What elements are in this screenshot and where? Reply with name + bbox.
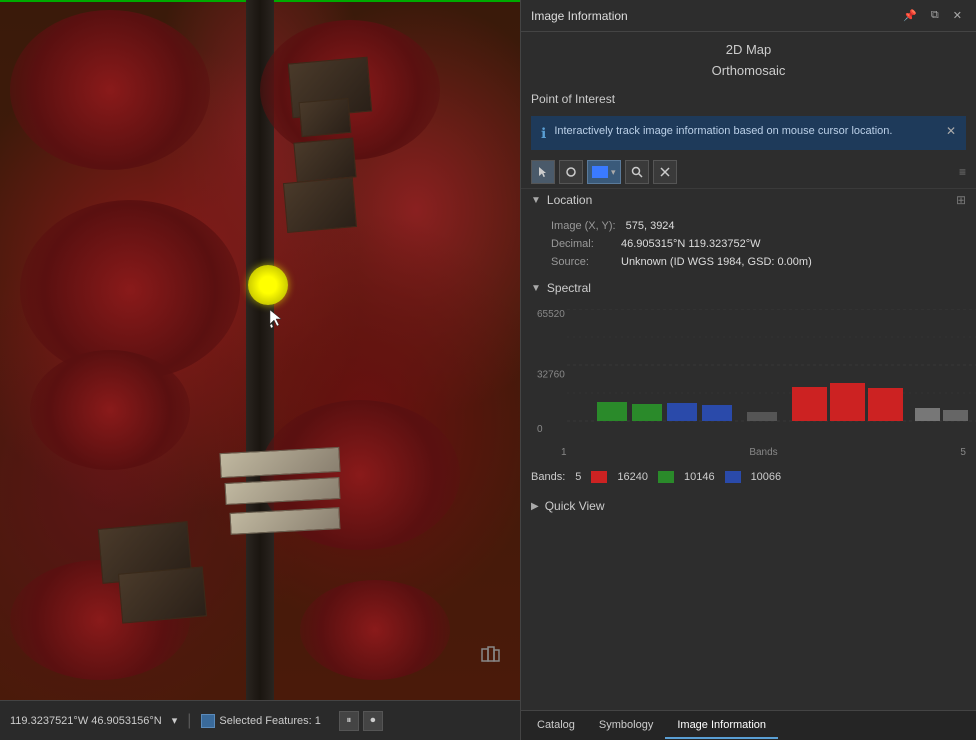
panel-content: 2D Map Orthomosaic Point of Interest ℹ I… <box>521 32 976 710</box>
image-xy-row: Image (X, Y): 575, 3924 <box>521 217 976 235</box>
spectral-section: 65520 32760 0 <box>521 299 976 495</box>
decimal-row: Decimal: 46.905315°N 119.323752°W <box>521 235 976 253</box>
source-value: Unknown (ID WGS 1984, GSD: 0.00m) <box>621 256 812 268</box>
selected-icon <box>201 714 215 728</box>
tab-catalog[interactable]: Catalog <box>525 713 587 739</box>
location-chevron-icon: ▼ <box>531 195 541 206</box>
toolbar: ▾ ≡ <box>521 156 976 189</box>
red-value: 16240 <box>617 471 648 483</box>
location-copy-icon[interactable]: ⊞ <box>956 193 966 207</box>
poi-label: Point of Interest <box>521 88 976 110</box>
decimal-value: 46.905315°N 119.323752°W <box>621 238 760 250</box>
record-button[interactable]: ⏺ <box>363 711 383 731</box>
red-swatch <box>591 471 607 483</box>
location-section-header[interactable]: ▼ Location ⊞ <box>521 189 976 211</box>
y-min-label: 0 <box>537 424 543 435</box>
green-swatch <box>658 471 674 483</box>
blue-swatch <box>725 471 741 483</box>
image-xy-value: 575, 3924 <box>626 220 675 232</box>
spectral-chart: 65520 32760 0 <box>531 305 966 465</box>
color-swatch <box>592 166 608 178</box>
spectral-label: Spectral <box>547 281 591 295</box>
bands-label: Bands: <box>531 471 565 483</box>
x-bands-label: Bands <box>749 447 777 458</box>
search-tool-button[interactable] <box>625 160 649 184</box>
image-xy-label: Image (X, Y): <box>551 220 616 232</box>
ortho-label: Orthomosaic <box>521 61 976 88</box>
banner-close-button[interactable]: ✕ <box>946 124 956 138</box>
panel-titlebar: Image Information 📌 ⧉ ✕ <box>521 0 976 32</box>
float-button[interactable]: ⧉ <box>927 7 943 24</box>
status-divider: | <box>187 712 191 730</box>
right-panel: Image Information 📌 ⧉ ✕ 2D Map Orthomosa… <box>520 0 976 740</box>
toolbar-end-icon: ≡ <box>959 165 966 179</box>
map-type-label: 2D Map <box>521 32 976 61</box>
map-marker <box>248 265 288 305</box>
x-min-label: 1 <box>561 447 567 458</box>
panel-title: Image Information <box>531 9 628 23</box>
decimal-label: Decimal: <box>551 238 611 250</box>
x-max-label: 5 <box>960 447 966 458</box>
coordinates-display: 119.3237521°W 46.9053156°N <box>10 715 162 727</box>
y-mid-label: 32760 <box>537 370 565 381</box>
spectral-section-header[interactable]: ▼ Spectral <box>521 277 976 299</box>
green-value: 10146 <box>684 471 715 483</box>
info-banner: ℹ Interactively track image information … <box>531 116 966 150</box>
status-bar: 119.3237521°W 46.9053156°N ▾ | Selected … <box>0 700 520 740</box>
circle-tool-button[interactable] <box>559 160 583 184</box>
bands-count: 5 <box>575 471 581 483</box>
quickview-label: Quick View <box>545 499 605 513</box>
y-max-label: 65520 <box>537 309 565 320</box>
clear-tool-button[interactable] <box>653 160 677 184</box>
coords-arrow[interactable]: ▾ <box>172 714 178 727</box>
pause-button[interactable]: ⏸ <box>339 711 359 731</box>
spectral-chart-svg <box>567 309 976 439</box>
blue-value: 10066 <box>751 471 782 483</box>
tab-symbology[interactable]: Symbology <box>587 713 665 739</box>
color-dropdown[interactable]: ▾ <box>587 160 621 184</box>
dropdown-arrow-icon: ▾ <box>611 167 616 178</box>
chart-legend: Bands: 5 16240 10146 10066 <box>521 465 976 489</box>
pin-button[interactable]: 📌 <box>899 7 921 24</box>
x-axis: 1 Bands 5 <box>531 445 966 458</box>
tab-image-information[interactable]: Image Information <box>665 713 778 739</box>
location-section: Image (X, Y): 575, 3924 Decimal: 46.9053… <box>521 211 976 277</box>
map-tool-icon[interactable] <box>480 645 500 670</box>
quickview-chevron-icon: ▶ <box>531 501 539 512</box>
source-label: Source: <box>551 256 611 268</box>
info-icon: ℹ <box>541 125 546 142</box>
cursor-tool-button[interactable] <box>531 160 555 184</box>
info-banner-text: Interactively track image information ba… <box>554 124 938 139</box>
close-button[interactable]: ✕ <box>949 7 966 24</box>
map-area[interactable] <box>0 0 520 700</box>
bottom-tabs: Catalog Symbology Image Information <box>521 710 976 740</box>
location-label: Location <box>547 193 592 207</box>
selected-features: Selected Features: 1 <box>201 714 321 728</box>
source-row: Source: Unknown (ID WGS 1984, GSD: 0.00m… <box>521 253 976 271</box>
panel-controls: 📌 ⧉ ✕ <box>899 7 966 24</box>
spectral-chevron-icon: ▼ <box>531 283 541 294</box>
cursor-icon <box>268 308 284 328</box>
quickview-section-header[interactable]: ▶ Quick View <box>521 495 976 517</box>
